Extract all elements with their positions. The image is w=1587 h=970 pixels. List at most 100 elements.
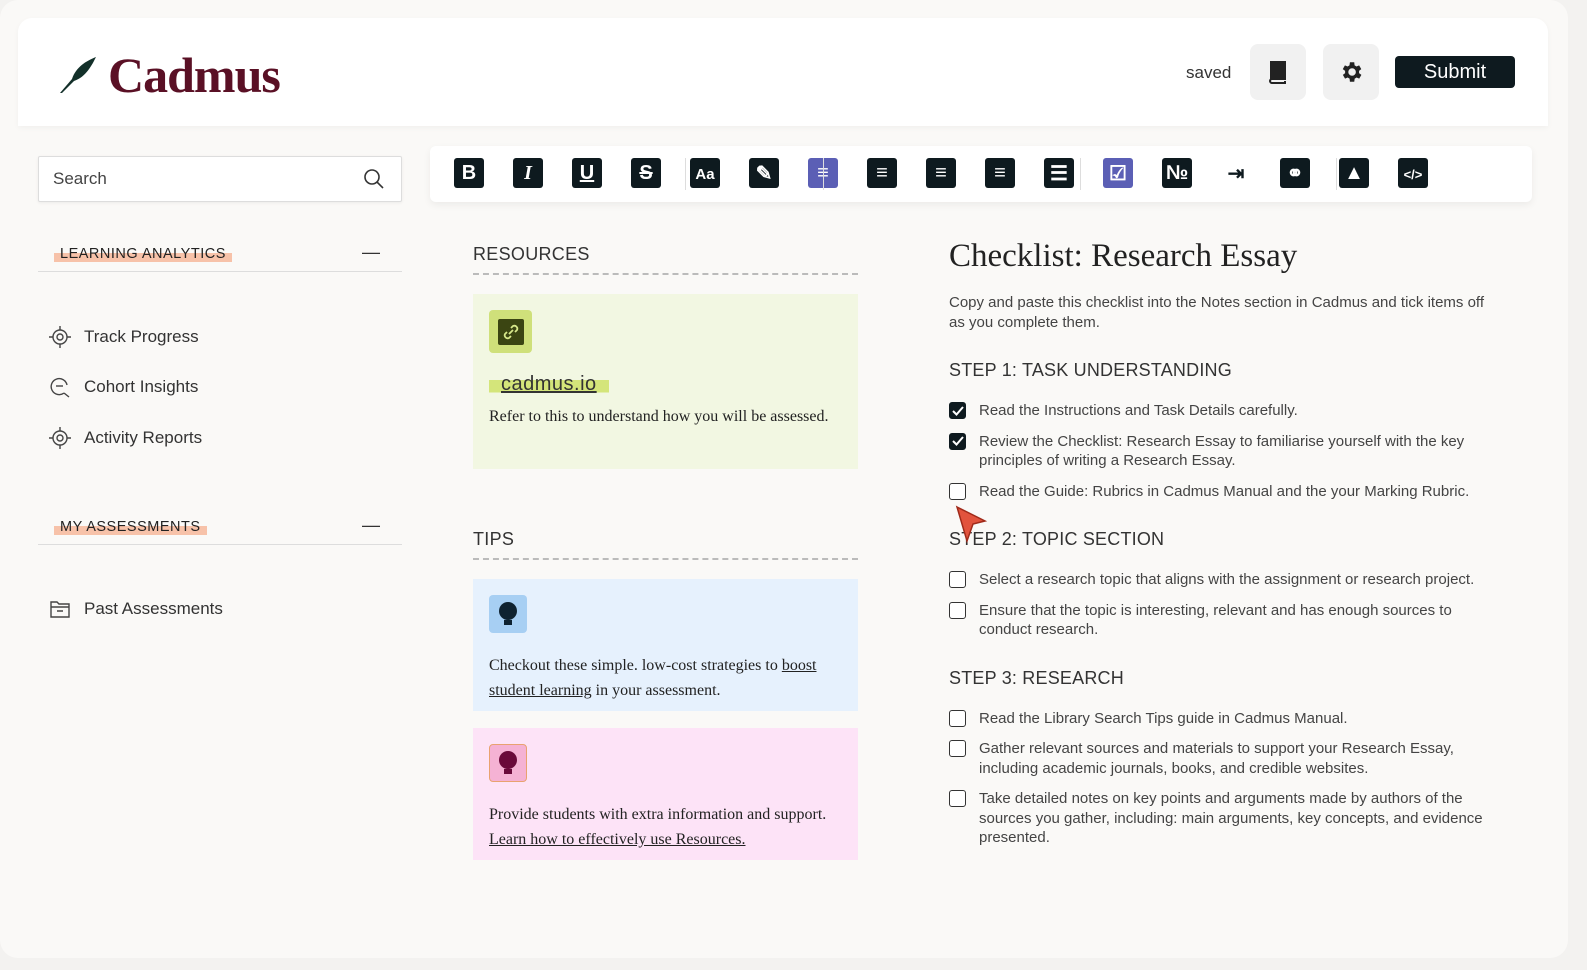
checklist-icon: ☑ bbox=[1109, 162, 1127, 185]
tip-link[interactable]: Learn how to effectively use Resources. bbox=[489, 831, 746, 848]
checklist-item-text: Take detailed notes on key points and ar… bbox=[979, 790, 1483, 846]
code-button[interactable]: </> bbox=[1398, 158, 1428, 188]
search-input[interactable] bbox=[53, 169, 343, 189]
checklist-item: Take detailed notes on key points and ar… bbox=[949, 789, 1489, 848]
sidebar-item-past-assessments[interactable]: Past Assessments bbox=[48, 597, 223, 621]
italic-button[interactable]: I bbox=[513, 158, 543, 188]
collapse-icon[interactable]: — bbox=[362, 515, 380, 536]
checkbox[interactable] bbox=[949, 482, 966, 500]
manual-button[interactable] bbox=[1250, 44, 1306, 100]
gear-icon bbox=[1342, 62, 1362, 82]
lightbulb-icon bbox=[489, 744, 527, 782]
bullet-list-icon: ☰ bbox=[1050, 162, 1068, 185]
resource-link[interactable]: cadmus.io bbox=[501, 373, 597, 395]
document[interactable]: Checklist: Research Essay Copy and paste… bbox=[949, 238, 1489, 859]
book-icon bbox=[1269, 61, 1286, 84]
tip-card: Checkout these simple. low-cost strategi… bbox=[473, 579, 858, 711]
sidebar-item-label: Cohort Insights bbox=[84, 377, 199, 396]
collapse-icon[interactable]: — bbox=[362, 242, 380, 263]
underline-icon: U bbox=[579, 161, 595, 184]
font-size-button[interactable]: Aa bbox=[690, 158, 720, 188]
checkbox[interactable] bbox=[949, 740, 966, 757]
bullet-list-button[interactable]: ☰ bbox=[1044, 158, 1074, 188]
header: Cadmus saved Submit bbox=[18, 18, 1548, 126]
check-icon bbox=[951, 405, 964, 416]
section-title: LEARNING ANALYTICS bbox=[54, 246, 232, 262]
image-icon: ▲ bbox=[1344, 161, 1364, 184]
sidebar-item-cohort-insights[interactable]: Cohort Insights bbox=[48, 375, 198, 399]
indent-icon: ⇥ bbox=[1227, 162, 1245, 185]
align-right-icon: ≡ bbox=[935, 161, 947, 184]
checklist-item: Read the Library Search Tips guide in Ca… bbox=[949, 709, 1489, 729]
settings-button[interactable] bbox=[1323, 44, 1379, 100]
section-title: MY ASSESSMENTS bbox=[54, 519, 207, 535]
resource-card: cadmus.io Refer to this to understand ho… bbox=[473, 294, 858, 469]
search-icon[interactable] bbox=[363, 168, 385, 190]
bold-button[interactable]: B bbox=[454, 158, 484, 188]
document-intro: Copy and paste this checklist into the N… bbox=[949, 294, 1484, 331]
sidebar-item-label: Track Progress bbox=[84, 327, 199, 346]
checkbox[interactable] bbox=[949, 571, 966, 588]
tip-text-pre: Provide students with extra information … bbox=[489, 806, 827, 823]
step-heading: STEP 2: TOPIC SECTION bbox=[949, 529, 1165, 549]
toolbar-separator bbox=[685, 158, 686, 190]
justify-icon: ≡ bbox=[994, 161, 1006, 184]
sidebar-item-label: Past Assessments bbox=[84, 599, 223, 618]
checklist-item: Ensure that the topic is interesting, re… bbox=[949, 601, 1489, 640]
checkbox[interactable] bbox=[949, 601, 966, 619]
checklist-button[interactable]: ☑ bbox=[1103, 158, 1133, 188]
numbered-list-icon: № bbox=[1165, 161, 1189, 184]
checklist-item: Read the Guide: Rubrics in Cadmus Manual… bbox=[949, 482, 1489, 502]
tip-text: Provide students with extra information … bbox=[489, 802, 842, 852]
search-box[interactable] bbox=[38, 156, 402, 202]
checkbox[interactable] bbox=[949, 402, 966, 419]
checkbox[interactable] bbox=[949, 709, 966, 727]
justify-button[interactable]: ≡ bbox=[985, 158, 1015, 188]
quill-icon bbox=[60, 57, 96, 93]
toolbar-separator bbox=[823, 158, 824, 190]
section-my-assessments[interactable]: MY ASSESSMENTS — bbox=[38, 515, 402, 545]
logo[interactable]: Cadmus bbox=[58, 46, 281, 104]
tip-text: Checkout these simple. low-cost strategi… bbox=[489, 653, 842, 703]
resources-heading: RESOURCES bbox=[473, 244, 858, 275]
strikethrough-button[interactable]: S bbox=[631, 158, 661, 188]
image-button[interactable]: ▲ bbox=[1339, 158, 1369, 188]
align-right-button[interactable]: ≡ bbox=[926, 158, 956, 188]
submit-button[interactable]: Submit bbox=[1395, 56, 1515, 88]
checklist-item: Read the Instructions and Task Details c… bbox=[949, 401, 1489, 421]
checkbox[interactable] bbox=[949, 432, 966, 450]
align-center-button[interactable]: ≡ bbox=[867, 158, 897, 188]
tips-heading: TIPS bbox=[473, 529, 858, 560]
bold-icon: B bbox=[461, 161, 477, 184]
lightbulb-icon bbox=[489, 595, 527, 633]
section-learning-analytics[interactable]: LEARNING ANALYTICS — bbox=[38, 242, 402, 272]
sidebar-item-activity-reports[interactable]: Activity Reports bbox=[48, 426, 202, 450]
code-icon: </> bbox=[1403, 166, 1423, 182]
toolbar-separator bbox=[1080, 158, 1081, 190]
folder-icon bbox=[50, 601, 70, 618]
tip-text-post: in your assessment. bbox=[591, 682, 721, 699]
link-icon bbox=[489, 310, 532, 353]
sidebar-item-track-progress[interactable]: Track Progress bbox=[48, 325, 199, 349]
checklist-item: Select a research topic that aligns with… bbox=[949, 570, 1489, 590]
indent-button[interactable]: ⇥ bbox=[1221, 158, 1251, 188]
strikethrough-icon: S bbox=[639, 161, 653, 184]
link-button[interactable]: ⚭ bbox=[1280, 158, 1310, 188]
mouse-pointer-icon bbox=[955, 505, 988, 544]
edit-button[interactable]: ✎ bbox=[749, 158, 779, 188]
tip-text-pre: Checkout these simple. low-cost strategi… bbox=[489, 657, 782, 674]
document-title: Checklist: Research Essay bbox=[949, 238, 1298, 274]
checkbox[interactable] bbox=[949, 790, 966, 807]
target-icon bbox=[49, 427, 71, 449]
target-icon bbox=[49, 326, 71, 348]
link-icon: ⚭ bbox=[1286, 162, 1304, 185]
checklist-item-text: Read the Guide: Rubrics in Cadmus Manual… bbox=[979, 482, 1470, 500]
editor-toolbar: BIUSAa✎≡≡≡≡☰☑№⇥⚭▲</> bbox=[430, 146, 1532, 202]
brand-name: Cadmus bbox=[108, 47, 281, 103]
checklist-item-text: Review the Checklist: Research Essay to … bbox=[979, 432, 1465, 470]
check-icon bbox=[951, 436, 964, 446]
numbered-list-button[interactable]: № bbox=[1162, 158, 1192, 188]
underline-button[interactable]: U bbox=[572, 158, 602, 188]
resource-description: Refer to this to understand how you will… bbox=[489, 408, 829, 425]
checklist-item: Review the Checklist: Research Essay to … bbox=[949, 432, 1489, 471]
